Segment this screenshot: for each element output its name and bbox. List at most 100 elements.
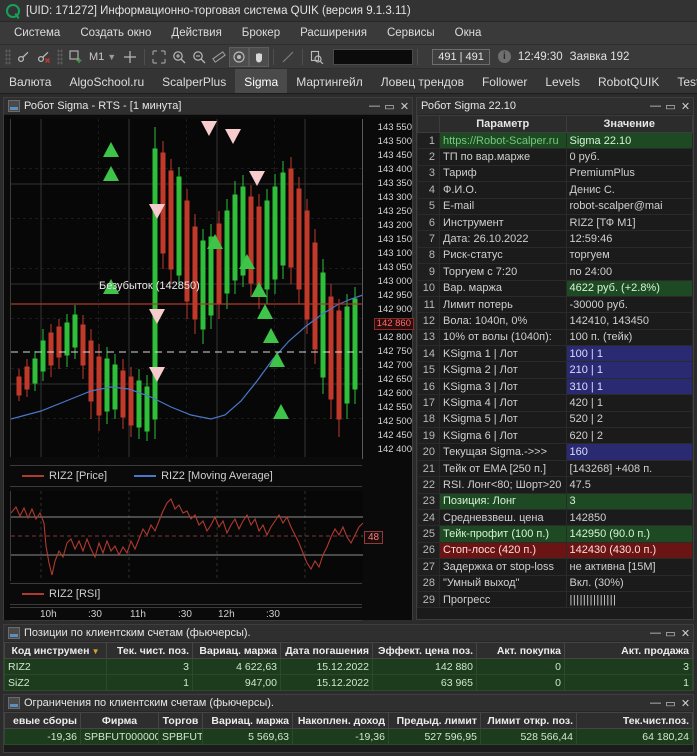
robot-table-row[interactable]: 12 Вола: 1040п, 0% 142410, 143450 — [417, 312, 693, 330]
robot-table-row[interactable]: 5 E-mail robot-scalper@mai — [417, 197, 693, 215]
legend-item-price[interactable]: RIZ2 [Price] — [22, 470, 107, 482]
robot-maximize-button[interactable]: ▭ — [663, 100, 678, 113]
tab-follower[interactable]: Follower — [473, 69, 536, 93]
limits-column-header[interactable]: Предыд. лимит — [388, 712, 481, 729]
limits-minimize-button[interactable]: — — [648, 697, 663, 709]
toolbar-grip-2[interactable] — [57, 48, 63, 65]
menu-item-actions[interactable]: Действия — [161, 24, 231, 42]
key-icon[interactable] — [14, 47, 34, 67]
robot-table-row[interactable]: 13 10% от волы (1040п): 100 п. (тейк) — [417, 328, 693, 347]
limits-column-header[interactable]: Лимит откр. поз. — [480, 712, 577, 729]
table-row[interactable]: RIZ2 3 4 622,63 15.12.2022 142 880 0 3 — [4, 658, 693, 675]
limits-window-title-bar[interactable]: Ограничения по клиентским счетам (фьючер… — [4, 695, 693, 712]
legend-item-ma[interactable]: RIZ2 [Moving Average] — [134, 470, 273, 482]
crosshair-icon[interactable] — [120, 47, 140, 67]
robot-table-row[interactable]: 19 KSigma 6 | Лот 620 | 2 — [417, 427, 693, 445]
limits-column-header[interactable]: евые сборы — [4, 712, 81, 729]
rsi-pane[interactable]: 48 — [4, 491, 414, 581]
limits-column-header[interactable]: Тек.чист.поз. — [576, 712, 693, 729]
robot-table-row[interactable]: 16 KSigma 3 | Лот 310 | 1 — [417, 377, 693, 396]
limits-column-header[interactable]: Фирма — [80, 712, 159, 729]
chart-body[interactable]: Безубыток (142850) 143 550 143 500 143 4… — [4, 115, 414, 634]
robot-table-row[interactable]: 21 Тейк от EMA [250 п.] [143268] +408 п. — [417, 459, 693, 478]
zoom-in-icon[interactable] — [169, 47, 189, 67]
robot-table-row[interactable]: 1 https://Robot-Scalper.ru Sigma 22.10 — [417, 131, 693, 150]
robot-col-param[interactable]: Параметр — [439, 115, 567, 133]
menu-item-new-window[interactable]: Создать окно — [70, 24, 161, 42]
hand-icon[interactable] — [249, 46, 270, 67]
zoom-out-icon[interactable] — [189, 47, 209, 67]
tab-martingale[interactable]: Мартингейл — [287, 69, 372, 93]
timeframe-label[interactable]: M1 — [86, 51, 107, 63]
positions-column-header[interactable]: Тек. чист. поз. — [106, 642, 193, 659]
tab-sigma[interactable]: Sigma — [235, 69, 288, 93]
positions-minimize-button[interactable]: — — [648, 627, 663, 639]
chevron-down-icon[interactable]: ▼ — [107, 52, 120, 62]
price-pane[interactable]: Безубыток (142850) 143 550 143 500 143 4… — [4, 115, 414, 463]
menu-item-services[interactable]: Сервисы — [377, 24, 445, 42]
tab-valuta[interactable]: Валюта — [0, 69, 60, 93]
positions-column-header[interactable]: Код инструмен ▼ — [4, 642, 107, 659]
table-row[interactable]: -19,36 SPBFUT000000 SPBFUT 5 569,63 -19,36 52… — [4, 728, 693, 745]
menu-item-windows[interactable]: Окна — [445, 24, 492, 42]
chart-close-button[interactable]: ✕ — [397, 100, 412, 113]
add-chart-icon[interactable] — [66, 47, 86, 67]
chart-window-title-bar[interactable]: Робот Sigma - RTS - [1 минута] — ▭ ✕ — [4, 98, 412, 115]
robot-table-row[interactable]: 24 Средневзвеш. цена 142850 — [417, 508, 693, 527]
robot-table-row[interactable]: 4 Ф.И.О. Денис С. — [417, 181, 693, 199]
target-icon[interactable] — [229, 46, 250, 67]
robot-table-row[interactable]: 6 Инструмент RIZ2 [ТФ М1] — [417, 213, 693, 232]
robot-table-row[interactable]: 26 Стоп-лосс (420 п.) 142430 (430.0 п.) — [417, 541, 693, 560]
limits-column-header[interactable]: Вариац. маржа — [202, 712, 293, 729]
line-icon[interactable] — [278, 47, 298, 67]
legend-item-rsi[interactable]: RIZ2 [RSI] — [22, 588, 100, 600]
robot-table-row[interactable]: 25 Тейк-профит (100 п.) 142950 (90.0 п.) — [417, 525, 693, 543]
ruler-icon[interactable] — [209, 47, 229, 67]
robot-table-row[interactable]: 7 Дата: 26.10.2022 12:59:46 — [417, 230, 693, 248]
robot-table-row[interactable]: 9 Торгуем с 7:20 по 24:00 — [417, 263, 693, 281]
positions-column-header[interactable]: Эффект. цена поз. — [372, 642, 477, 659]
robot-col-value[interactable]: Значение — [565, 115, 693, 133]
sort-caret-icon[interactable]: ▼ — [89, 647, 100, 656]
robot-table-row[interactable]: 11 Лимит потерь -30000 руб. — [417, 295, 693, 314]
positions-column-header[interactable]: Акт. продажа — [564, 642, 693, 659]
robot-table-row[interactable]: 3 Тариф PremiumPlus — [417, 164, 693, 183]
robot-table-row[interactable]: 2 ТП по вар.марже 0 руб. — [417, 148, 693, 166]
menu-item-broker[interactable]: Брокер — [232, 24, 290, 42]
robot-close-button[interactable]: ✕ — [678, 100, 693, 113]
positions-column-header[interactable]: Дата погашения — [280, 642, 373, 659]
positions-column-header[interactable]: Акт. покупка — [476, 642, 565, 659]
robot-table-row[interactable]: 29 Прогресс |||||||||||||| — [417, 590, 693, 609]
info-icon[interactable]: i — [497, 50, 511, 63]
robot-table-row[interactable]: 8 Риск-статус торгуем — [417, 246, 693, 265]
tab-scalperplus[interactable]: ScalperPlus — [153, 69, 235, 93]
robot-col-index[interactable] — [417, 115, 440, 133]
robot-window-title-bar[interactable]: Робот Sigma 22.10 — ▭ ✕ — [417, 98, 693, 115]
limits-close-button[interactable]: ✕ — [678, 697, 693, 710]
price-plot-area[interactable]: Безубыток (142850) — [10, 119, 364, 457]
positions-column-header[interactable]: Вариац. маржа — [192, 642, 281, 659]
toolbar-input-box[interactable] — [333, 48, 414, 65]
robot-table-row[interactable]: 15 KSigma 2 | Лот 210 | 1 — [417, 361, 693, 379]
robot-minimize-button[interactable]: — — [648, 100, 663, 112]
robot-table-row[interactable]: 22 RSI. Лонг<80; Шорт>20 47.5 — [417, 476, 693, 494]
robot-table-row[interactable]: 23 Позиция: Лонг 3 — [417, 492, 693, 510]
limits-column-header[interactable]: Накоплен. доход — [292, 712, 389, 729]
rsi-plot-area[interactable] — [10, 491, 364, 581]
positions-close-button[interactable]: ✕ — [678, 627, 693, 640]
key-delete-icon[interactable] — [34, 47, 54, 67]
robot-table-row[interactable]: 17 KSigma 4 | Лот 420 | 1 — [417, 394, 693, 412]
positions-window-title-bar[interactable]: Позиции по клиентским счетам (фьючерсы).… — [4, 625, 693, 642]
tab-test[interactable]: Test — [668, 69, 697, 93]
table-row[interactable]: SiZ2 1 947,00 15.12.2022 63 965 0 1 — [4, 674, 693, 691]
menu-item-extensions[interactable]: Расширения — [290, 24, 377, 42]
limits-maximize-button[interactable]: ▭ — [663, 697, 678, 710]
menu-item-system[interactable]: Система — [4, 24, 70, 42]
find-icon[interactable] — [307, 47, 327, 67]
tab-algoschool[interactable]: AlgoSchool.ru — [60, 69, 153, 93]
tab-trend-catcher[interactable]: Ловец трендов — [372, 69, 473, 93]
robot-table-row[interactable]: 20 Текущая Sigma.->>> 160 — [417, 443, 693, 461]
tab-levels[interactable]: Levels — [536, 69, 589, 93]
chart-minimize-button[interactable]: — — [367, 100, 382, 112]
robot-table-row[interactable]: 14 KSigma 1 | Лот 100 | 1 — [417, 345, 693, 363]
